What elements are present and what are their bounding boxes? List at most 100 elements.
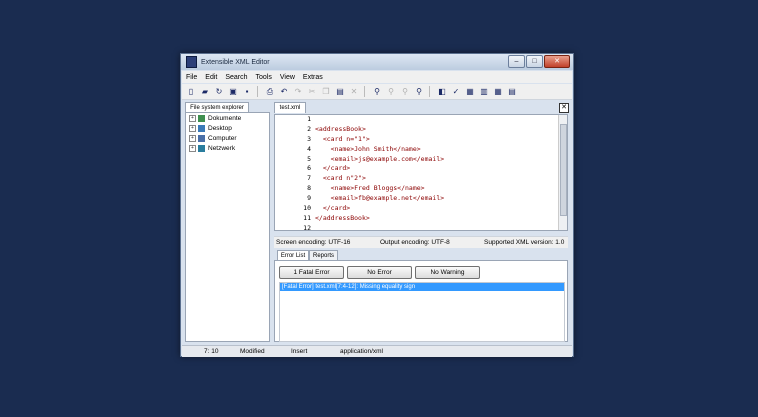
maximize-button[interactable]: □ xyxy=(526,55,543,68)
menu-tools[interactable]: Tools xyxy=(252,74,276,81)
tree-item-label: Netzwerk xyxy=(208,144,236,152)
code-text[interactable]: </card> xyxy=(315,204,350,214)
minimize-button[interactable]: – xyxy=(508,55,525,68)
code-text[interactable]: <email>js@example.com</email> xyxy=(315,155,445,165)
cursor-position: 7: 10 xyxy=(204,348,219,355)
tree-item-netzwerk[interactable]: + Netzwerk xyxy=(186,143,269,153)
toolbar-separator xyxy=(364,86,365,97)
code-text[interactable]: <addressBook> xyxy=(315,125,366,135)
no-error-button[interactable]: No Error xyxy=(347,266,412,279)
code-line[interactable]: 8 <name>Fred Bloggs</name> xyxy=(275,184,567,194)
find-icon[interactable]: ⚲ xyxy=(372,87,382,97)
transform-icon[interactable]: ▥ xyxy=(479,87,489,97)
new-file-icon[interactable]: ▯ xyxy=(186,87,196,97)
replace-icon[interactable]: ⚲ xyxy=(414,87,424,97)
code-text[interactable]: <name>Fred Bloggs</name> xyxy=(315,184,425,194)
code-line[interactable]: 4 <name>John Smith</name> xyxy=(275,145,567,155)
tree-item-desktop[interactable]: + Desktop xyxy=(186,123,269,133)
scrollbar-thumb[interactable] xyxy=(560,124,567,216)
expand-icon[interactable]: + xyxy=(189,144,196,152)
copy-icon[interactable]: ❐ xyxy=(321,87,331,97)
code-text[interactable]: </addressBook> xyxy=(315,214,370,224)
desktop-icon xyxy=(198,124,205,132)
find-next-icon[interactable]: ⚲ xyxy=(386,87,396,97)
window-title: Extensible XML Editor xyxy=(201,58,270,66)
refresh-icon[interactable]: ↻ xyxy=(214,87,224,97)
menu-extras[interactable]: Extras xyxy=(299,74,327,81)
code-text[interactable]: <card n"2"> xyxy=(315,174,366,184)
toolbar-separator xyxy=(257,86,258,97)
line-number: 4 xyxy=(307,144,311,153)
code-lines: 1 2 <addressBook> 3 <card n="1"> 4 <name>Joh… xyxy=(275,115,567,231)
modified-status: Modified xyxy=(240,348,265,355)
line-number: 7 xyxy=(307,174,311,183)
menu-search[interactable]: Search xyxy=(221,74,251,81)
save-small-icon[interactable]: ▪ xyxy=(242,87,252,97)
code-line[interactable]: 3 <card n="1"> xyxy=(275,135,567,145)
fatal-error-button[interactable]: 1 Fatal Error xyxy=(279,266,344,279)
code-text[interactable]: </card> xyxy=(315,164,350,174)
xsd-icon[interactable]: ▦ xyxy=(465,87,475,97)
xpath-icon[interactable]: ▤ xyxy=(507,87,517,97)
close-button[interactable]: ✕ xyxy=(544,55,570,68)
cut-icon[interactable]: ✂ xyxy=(307,87,317,97)
menu-edit[interactable]: Edit xyxy=(201,74,221,81)
toolbar-separator xyxy=(429,86,430,97)
print-icon[interactable]: ⎙ xyxy=(265,87,275,97)
line-number: 10 xyxy=(303,204,311,213)
code-text[interactable]: <name>John Smith</name> xyxy=(315,145,421,155)
code-line[interactable]: 11 </addressBook> xyxy=(275,214,567,224)
tab-test-xml[interactable]: test.xml xyxy=(274,102,306,113)
code-line[interactable]: 12 xyxy=(275,223,567,231)
code-line[interactable]: 1 xyxy=(275,115,567,125)
error-panel: 1 Fatal Error No Error No Warning [Fatal… xyxy=(274,260,568,342)
redo-icon[interactable]: ↷ xyxy=(293,87,303,97)
tree-item-computer[interactable]: + Computer xyxy=(186,133,269,143)
find-prev-icon[interactable]: ⚲ xyxy=(400,87,410,97)
menu-view[interactable]: View xyxy=(276,74,299,81)
code-line[interactable]: 9 <email>fb@example.net</email> xyxy=(275,194,567,204)
xml-version: Supported XML version: 1.0 xyxy=(484,239,565,246)
no-warning-button[interactable]: No Warning xyxy=(415,266,480,279)
insert-mode: Insert xyxy=(291,348,308,355)
code-line[interactable]: 2 <addressBook> xyxy=(275,125,567,135)
menu-file[interactable]: File xyxy=(182,74,201,81)
code-line[interactable]: 10 </card> xyxy=(275,204,567,214)
expand-icon[interactable]: + xyxy=(189,114,196,122)
validate-icon[interactable]: ◧ xyxy=(437,87,447,97)
open-folder-icon[interactable]: ▰ xyxy=(200,87,210,97)
editor-window: Extensible XML Editor – □ ✕ File Edit Se… xyxy=(180,53,574,357)
file-system-explorer: + Dokumente + Desktop + Computer + Netzw… xyxy=(185,112,270,342)
error-row[interactable]: [Fatal Error] test.xml[7:4-12]: Missing … xyxy=(280,283,564,291)
code-editor[interactable]: 1 2 <addressBook> 3 <card n="1"> 4 <name>Joh… xyxy=(274,114,568,231)
code-line[interactable]: 5 <email>js@example.com</email> xyxy=(275,155,567,165)
code-text[interactable]: <card n="1"> xyxy=(315,135,370,145)
expand-icon[interactable]: + xyxy=(189,124,196,132)
line-number: 5 xyxy=(307,154,311,163)
delete-icon[interactable]: ✕ xyxy=(349,87,359,97)
documents-icon xyxy=(198,114,205,122)
save-icon[interactable]: ▣ xyxy=(228,87,238,97)
code-line[interactable]: 6 </card> xyxy=(275,164,567,174)
title-bar[interactable]: Extensible XML Editor – □ ✕ xyxy=(181,54,573,70)
line-number: 6 xyxy=(307,164,311,173)
mime-type: application/xml xyxy=(340,348,383,355)
line-number: 3 xyxy=(307,134,311,143)
code-line[interactable]: 7 <card n"2"> xyxy=(275,174,567,184)
tree-item-label: Computer xyxy=(208,134,237,142)
check-icon[interactable]: ✓ xyxy=(451,87,461,97)
status-bar: 7: 10 Modified Insert application/xml xyxy=(182,345,572,357)
network-icon xyxy=(198,144,205,152)
paste-icon[interactable]: ▤ xyxy=(335,87,345,97)
line-number: 12 xyxy=(303,223,311,231)
xslt-icon[interactable]: ▦ xyxy=(493,87,503,97)
line-number: 2 xyxy=(307,124,311,133)
screen-encoding: Screen encoding: UTF-16 xyxy=(276,239,351,246)
tree-item-dokumente[interactable]: + Dokumente xyxy=(186,113,269,123)
undo-icon[interactable]: ↶ xyxy=(279,87,289,97)
expand-icon[interactable]: + xyxy=(189,134,196,142)
code-text[interactable]: <email>fb@example.net</email> xyxy=(315,194,445,204)
editor-scrollbar[interactable] xyxy=(558,115,567,230)
close-document-icon[interactable]: ✕ xyxy=(559,103,569,113)
line-number: 9 xyxy=(307,194,311,203)
